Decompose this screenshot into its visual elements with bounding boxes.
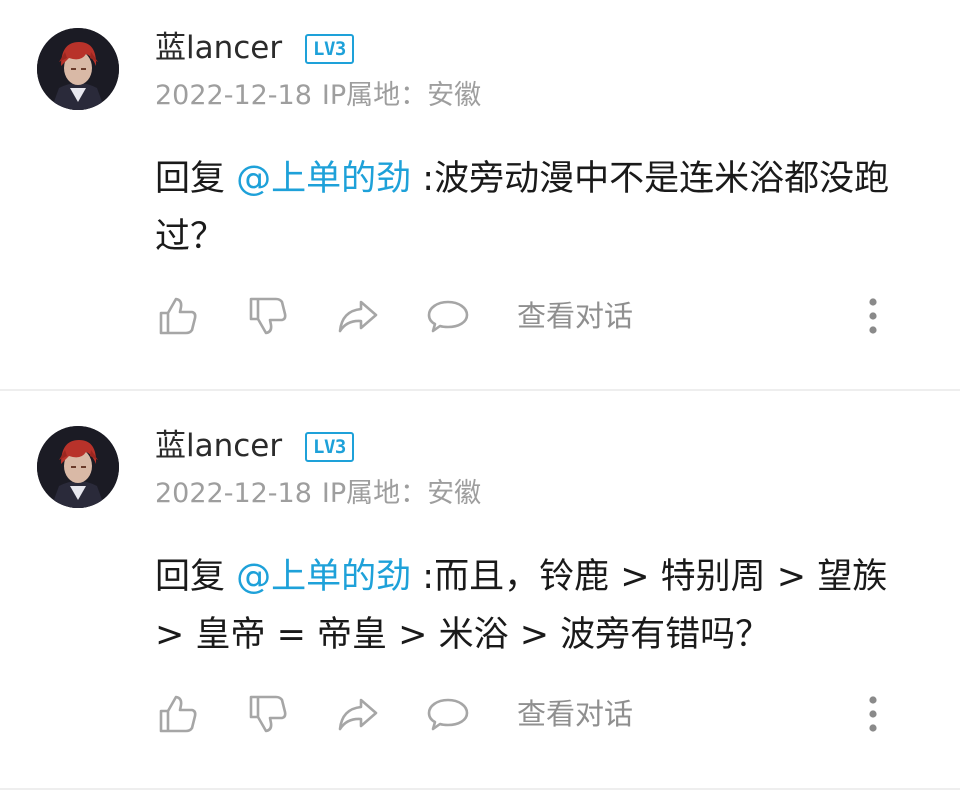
comment-item: 蓝lancer LV3 2022-12-18 IP属地：安徽 回复 @上单的劲 :…	[0, 0, 960, 390]
comment-text: 回复 @上单的劲 :波旁动漫中不是连米浴都没跑过？	[155, 150, 915, 266]
comment-meta: 2022-12-18 IP属地：安徽	[155, 476, 481, 512]
view-conversation-link[interactable]: 查看对话	[517, 695, 633, 733]
comment-item: 蓝lancer LV3 2022-12-18 IP属地：安徽 回复 @上单的劲 :…	[0, 398, 960, 788]
view-conversation-link[interactable]: 查看对话	[517, 297, 633, 335]
comment-bubble-icon[interactable]	[425, 691, 471, 737]
comment-bubble-icon[interactable]	[425, 293, 471, 339]
level-badge: LV3	[305, 34, 354, 64]
thumbs-up-icon[interactable]	[155, 293, 201, 339]
ip-location: IP属地：安徽	[321, 478, 482, 509]
thumbs-down-icon[interactable]	[245, 293, 291, 339]
more-vertical-icon[interactable]	[861, 693, 885, 735]
more-vertical-icon[interactable]	[861, 295, 885, 337]
action-bar: 查看对话	[155, 293, 895, 343]
share-icon[interactable]	[334, 293, 380, 339]
comment-date: 2022-12-18	[155, 80, 312, 111]
username[interactable]: 蓝lancer	[155, 426, 282, 466]
comment-text: 回复 @上单的劲 :而且，铃鹿 > 特别周 > 望族 > 皇帝 = 帝皇 > 米…	[155, 548, 915, 664]
comment-meta: 2022-12-18 IP属地：安徽	[155, 78, 481, 114]
avatar[interactable]	[37, 426, 119, 508]
username[interactable]: 蓝lancer	[155, 28, 282, 68]
ip-location: IP属地：安徽	[321, 80, 482, 111]
thumbs-up-icon[interactable]	[155, 691, 201, 737]
comment-date: 2022-12-18	[155, 478, 312, 509]
comment-divider	[0, 389, 960, 391]
mention-link[interactable]: @上单的劲	[236, 557, 411, 597]
level-badge: LV3	[305, 432, 354, 462]
mention-link[interactable]: @上单的劲	[236, 159, 411, 199]
thumbs-down-icon[interactable]	[245, 691, 291, 737]
action-bar: 查看对话	[155, 691, 895, 741]
reply-prefix: 回复	[155, 159, 237, 199]
share-icon[interactable]	[334, 691, 380, 737]
comment-divider	[0, 788, 960, 790]
reply-prefix: 回复	[155, 557, 237, 597]
avatar[interactable]	[37, 28, 119, 110]
